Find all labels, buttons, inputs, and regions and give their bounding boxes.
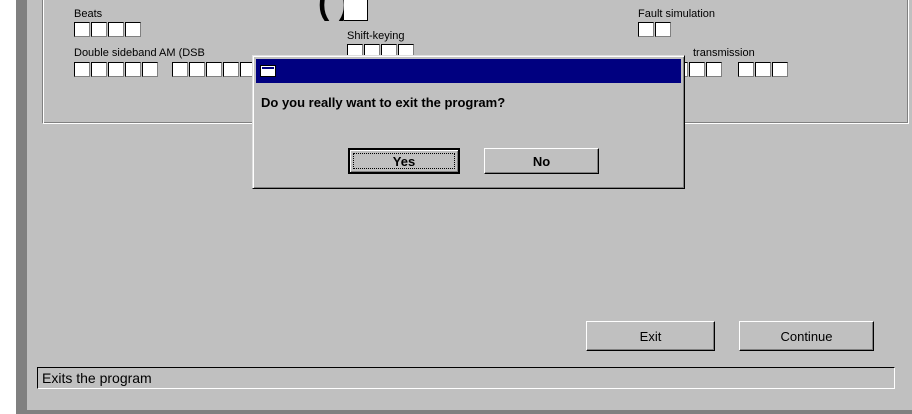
cell[interactable] (189, 62, 205, 77)
dsb-cells-1[interactable] (74, 62, 158, 77)
cell[interactable] (108, 22, 124, 37)
cell[interactable] (142, 62, 158, 77)
cell[interactable] (655, 22, 671, 37)
dsb-label: Double sideband AM (DSB (74, 47, 205, 59)
beats-cells[interactable] (74, 22, 141, 37)
cell[interactable] (772, 62, 788, 77)
cell[interactable] (206, 62, 222, 77)
cell[interactable] (108, 62, 124, 77)
yes-button[interactable]: Yes (348, 148, 460, 174)
transmission-cells-2[interactable] (738, 62, 788, 77)
cell[interactable] (74, 62, 90, 77)
dsb-cells-2[interactable] (172, 62, 256, 77)
cell[interactable] (638, 22, 654, 37)
cell[interactable] (738, 62, 754, 77)
transmission-label: transmission (693, 47, 755, 59)
cell[interactable] (125, 62, 141, 77)
shift-keying-label: Shift-keying (347, 30, 405, 42)
dialog-titlebar[interactable] (256, 59, 681, 83)
fault-cells[interactable] (638, 22, 671, 37)
cell[interactable] (755, 62, 771, 77)
no-button-label: No (532, 153, 551, 169)
cell[interactable] (689, 62, 705, 77)
yes-button-label: Yes (392, 153, 416, 169)
window-menu-icon[interactable] (260, 65, 276, 77)
status-text: Exits the program (42, 370, 152, 386)
exit-confirm-dialog: Do you really want to exit the program? … (252, 55, 685, 189)
status-bar: Exits the program (37, 367, 895, 389)
cell[interactable] (91, 62, 107, 77)
cell[interactable] (125, 22, 141, 37)
cell[interactable] (172, 62, 188, 77)
no-button[interactable]: No (484, 148, 599, 174)
fault-simulation-label: Fault simulation (638, 8, 716, 20)
cell[interactable] (706, 62, 722, 77)
dialog-message: Do you really want to exit the program? (261, 95, 506, 110)
cell[interactable] (223, 62, 239, 77)
exit-button[interactable]: Exit (586, 321, 715, 351)
cell[interactable] (91, 22, 107, 37)
continue-button[interactable]: Continue (739, 321, 874, 351)
beats-label: Beats (74, 8, 103, 20)
cell[interactable] (74, 22, 90, 37)
